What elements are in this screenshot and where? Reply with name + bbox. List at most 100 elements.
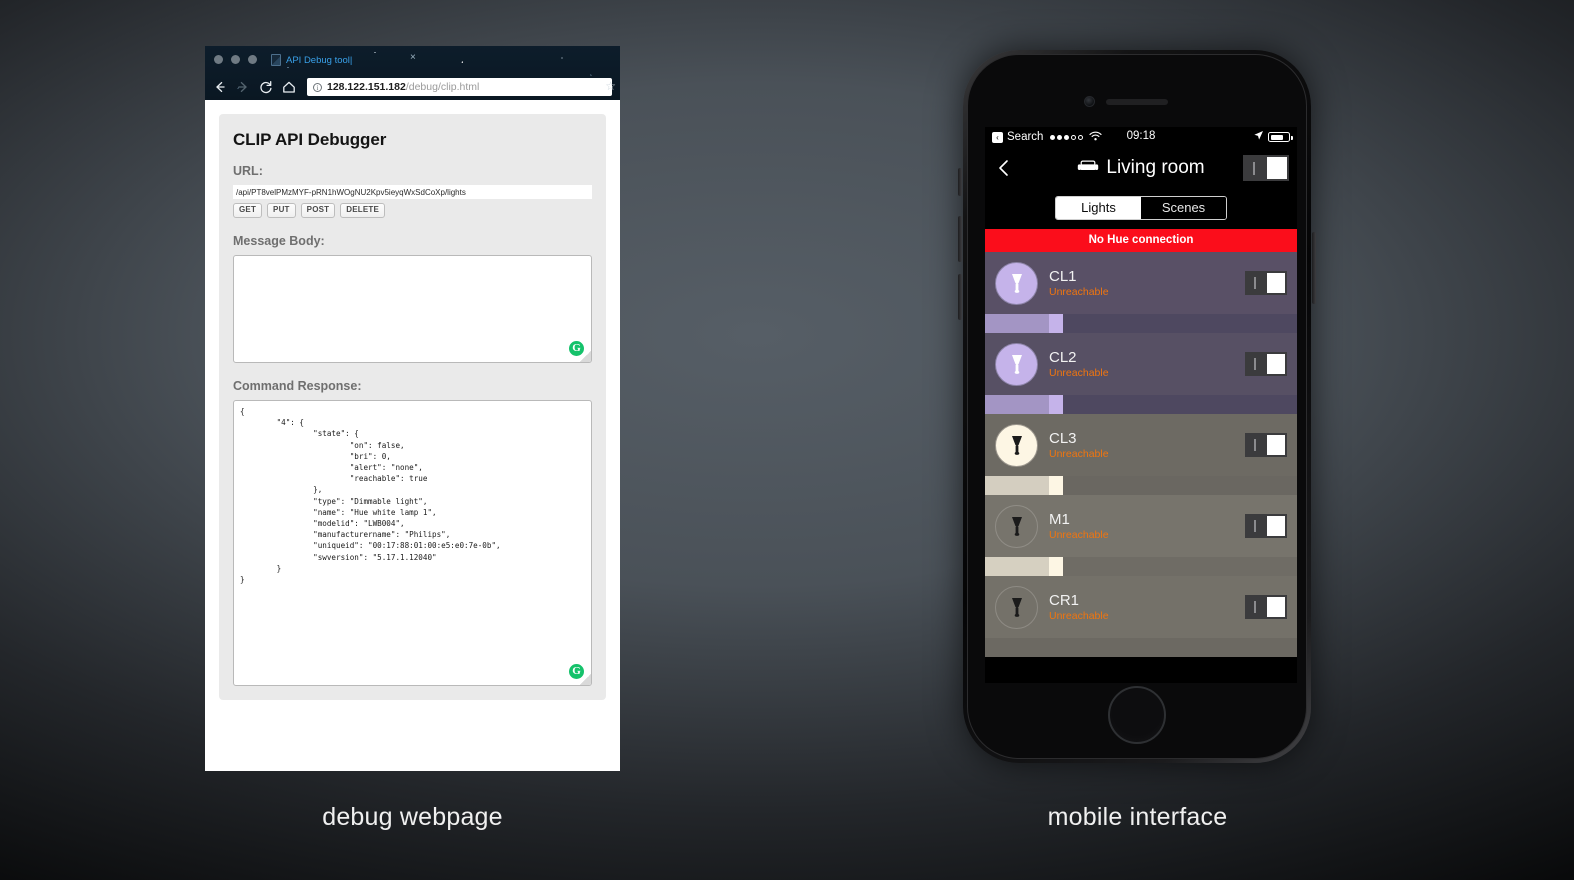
tab-lights[interactable]: Lights	[1056, 197, 1141, 219]
toggle-knob[interactable]	[1265, 514, 1287, 538]
http-verb-buttons: GET PUT POST DELETE	[233, 203, 592, 218]
connection-banner: No Hue connection	[985, 229, 1297, 252]
battery-icon	[1268, 132, 1293, 142]
command-response-label: Command Response:	[233, 379, 362, 393]
mute-switch[interactable]	[958, 168, 962, 196]
light-power-toggle[interactable]	[1245, 271, 1287, 295]
toggle-knob[interactable]	[1265, 595, 1287, 619]
light-row[interactable]: CL2 Unreachable	[985, 333, 1297, 414]
resize-handle[interactable]	[580, 351, 591, 362]
brightness-slider[interactable]	[985, 395, 1297, 414]
volume-up-button[interactable]	[958, 216, 962, 262]
toggle-knob[interactable]	[1265, 352, 1287, 376]
command-response-textarea[interactable]: { "4": { "state": { "on": false, "bri": …	[233, 400, 592, 686]
home-icon[interactable]	[282, 80, 296, 94]
post-button[interactable]: POST	[300, 203, 336, 218]
window-maximize-dot[interactable]	[248, 55, 257, 64]
bulb-icon[interactable]	[995, 504, 1038, 548]
back-arrow-icon[interactable]	[213, 80, 227, 94]
segmented-control: Lights Scenes	[1055, 196, 1227, 220]
light-status: Unreachable	[1049, 528, 1109, 541]
browser-chrome: API Debug tool| × i 128.122.151.182/debu…	[205, 46, 620, 100]
browser-toolbar: i 128.122.151.182/debug/clip.html ☆	[205, 74, 620, 100]
window-controls[interactable]	[214, 55, 257, 64]
close-icon[interactable]: ×	[410, 53, 416, 63]
light-row-main[interactable]: CR1 Unreachable	[985, 576, 1297, 638]
light-row[interactable]: CR1 Unreachable	[985, 576, 1297, 657]
light-row[interactable]: CL3 Unreachable	[985, 414, 1297, 495]
light-power-toggle[interactable]	[1245, 514, 1287, 538]
slider-thumb[interactable]	[1049, 314, 1063, 333]
toggle-knob[interactable]	[1265, 271, 1287, 295]
slider-thumb[interactable]	[1049, 476, 1063, 495]
light-row-text: CR1 Unreachable	[1049, 592, 1245, 623]
brightness-slider[interactable]	[985, 314, 1297, 333]
light-row-text: M1 Unreachable	[1049, 511, 1245, 542]
url-input[interactable]	[233, 185, 592, 199]
light-power-toggle[interactable]	[1245, 433, 1287, 457]
light-row-main[interactable]: M1 Unreachable	[985, 495, 1297, 557]
room-power-toggle[interactable]	[1243, 155, 1289, 181]
light-power-toggle[interactable]	[1245, 352, 1287, 376]
reload-icon[interactable]	[259, 80, 273, 94]
toggle-knob[interactable]	[1265, 155, 1289, 181]
bulb-icon[interactable]	[995, 423, 1038, 467]
toggle-bar-icon	[1245, 514, 1265, 538]
light-power-toggle[interactable]	[1245, 595, 1287, 619]
room-title: Living room	[1106, 157, 1205, 178]
toggle-bar-icon	[1245, 595, 1265, 619]
address-bar[interactable]: i 128.122.151.182/debug/clip.html	[307, 78, 612, 96]
light-row-main[interactable]: CL1 Unreachable	[985, 252, 1297, 314]
volume-down-button[interactable]	[958, 274, 962, 320]
page-icon	[271, 54, 281, 66]
light-row-main[interactable]: CL2 Unreachable	[985, 333, 1297, 395]
app-bar: Living room	[985, 147, 1297, 189]
resize-handle[interactable]	[580, 674, 591, 685]
brightness-slider[interactable]	[985, 476, 1297, 495]
home-button[interactable]	[1108, 686, 1166, 744]
light-row[interactable]: M1 Unreachable	[985, 495, 1297, 576]
brightness-slider[interactable]	[985, 638, 1297, 657]
delete-button[interactable]: DELETE	[340, 203, 386, 218]
put-button[interactable]: PUT	[267, 203, 296, 218]
window-minimize-dot[interactable]	[231, 55, 240, 64]
brightness-slider[interactable]	[985, 557, 1297, 576]
get-button[interactable]: GET	[233, 203, 263, 218]
message-body-value	[234, 256, 591, 266]
slider-thumb[interactable]	[1049, 395, 1063, 414]
light-name: CL2	[1049, 348, 1077, 366]
toggle-knob[interactable]	[1265, 433, 1287, 457]
page-title: CLIP API Debugger	[233, 130, 387, 149]
message-body-textarea[interactable]: G	[233, 255, 592, 363]
light-name: CL1	[1049, 267, 1077, 285]
url-path: /debug/clip.html	[405, 81, 480, 93]
bulb-icon[interactable]	[995, 342, 1038, 386]
tab-scenes[interactable]: Scenes	[1141, 197, 1226, 219]
couch-icon	[1077, 157, 1099, 179]
site-info-icon[interactable]: i	[313, 82, 322, 92]
light-status: Unreachable	[1049, 447, 1109, 460]
caption-debug-webpage: debug webpage	[322, 803, 503, 831]
tab-strip: API Debug tool| ×	[205, 46, 620, 74]
tab-title: API Debug tool|	[286, 54, 353, 66]
light-row-main[interactable]: CL3 Unreachable	[985, 414, 1297, 476]
bookmark-star-icon[interactable]: ☆	[605, 80, 616, 92]
window-close-dot[interactable]	[214, 55, 223, 64]
caption-mobile-interface: mobile interface	[1047, 803, 1228, 831]
phone-screen: ‹ Search 09:18 Living room Lights Scenes…	[985, 127, 1297, 683]
bulb-icon[interactable]	[995, 261, 1038, 305]
command-response-wrap: { "4": { "state": { "on": false, "bri": …	[233, 400, 592, 686]
bulb-icon[interactable]	[995, 585, 1038, 629]
front-camera-icon	[1084, 96, 1095, 107]
light-row[interactable]: CL1 Unreachable	[985, 252, 1297, 333]
browser-window: API Debug tool| × i 128.122.151.182/debu…	[205, 46, 620, 771]
message-body-label: Message Body:	[233, 234, 325, 248]
browser-tab[interactable]: API Debug tool| ×	[265, 46, 416, 74]
power-button[interactable]	[1312, 232, 1316, 304]
light-status: Unreachable	[1049, 285, 1109, 298]
slider-thumb[interactable]	[1049, 557, 1063, 576]
toggle-bar-icon	[1245, 352, 1265, 376]
toggle-bar-icon	[1243, 155, 1265, 181]
back-button[interactable]	[993, 157, 1015, 179]
light-status: Unreachable	[1049, 366, 1109, 379]
